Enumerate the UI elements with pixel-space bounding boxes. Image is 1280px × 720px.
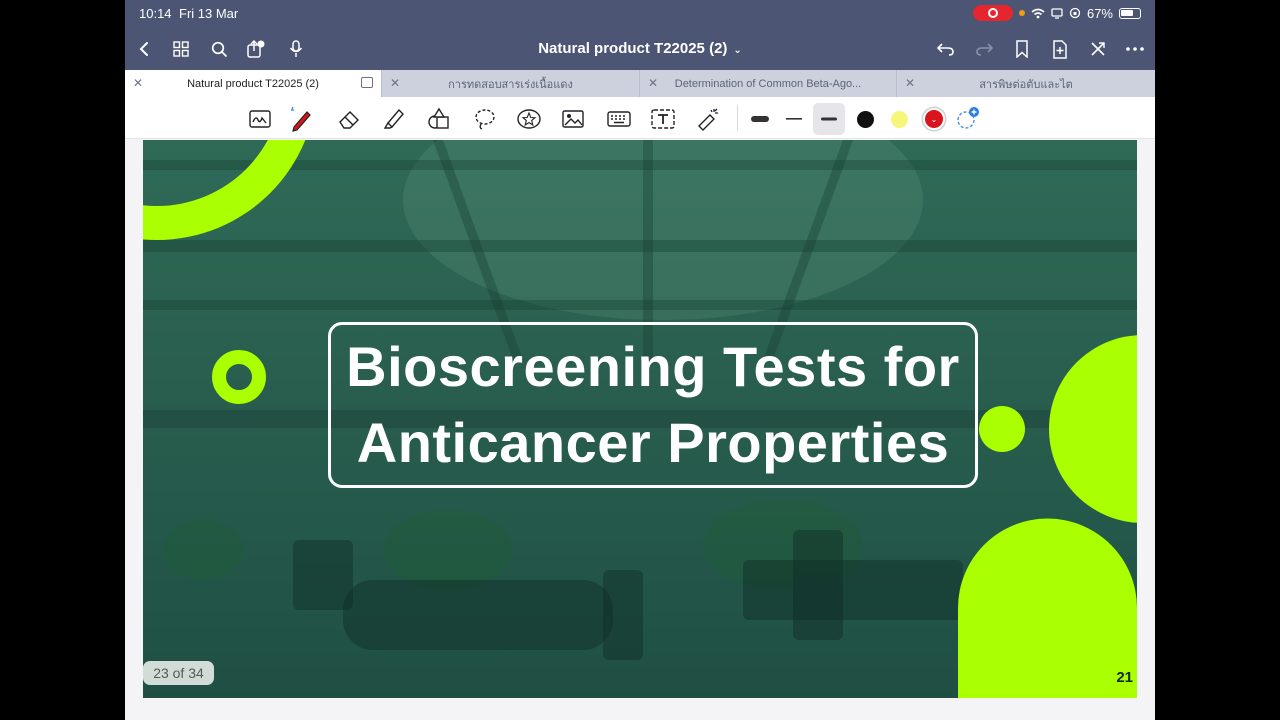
grid-icon[interactable] xyxy=(170,38,192,60)
add-color-icon[interactable] xyxy=(955,106,981,132)
close-tab-icon[interactable]: ✕ xyxy=(133,76,143,90)
back-icon[interactable] xyxy=(133,38,155,60)
text-icon[interactable] xyxy=(650,106,676,132)
annotation-toolbar: ⌄ xyxy=(125,97,1155,139)
search-icon[interactable] xyxy=(208,38,230,60)
image-icon[interactable] xyxy=(560,106,586,132)
laser-icon[interactable] xyxy=(695,106,721,132)
eraser-icon[interactable] xyxy=(336,106,362,132)
tab-beta-agonist[interactable]: ✕ Determination of Common Beta-Ago... xyxy=(640,70,897,97)
document-title[interactable]: Natural product T22025 (2) ⌄ xyxy=(125,40,1155,57)
slide-title-line-2: Anticancer Properties xyxy=(356,411,950,474)
slide-title-box: Bioscreening Tests for Anticancer Proper… xyxy=(328,322,978,488)
color-swatch-black[interactable] xyxy=(852,106,878,132)
slide-number: 21 xyxy=(1116,669,1133,686)
status-right: 67% xyxy=(972,5,1141,21)
color-swatch-red[interactable]: ⌄ xyxy=(921,106,947,132)
share-icon[interactable] xyxy=(245,38,267,60)
wifi-icon xyxy=(1031,8,1045,18)
redo-icon[interactable] xyxy=(973,38,995,60)
privacy-dot-icon xyxy=(1018,10,1025,16)
slide: Bioscreening Tests for Anticancer Proper… xyxy=(143,140,1137,698)
undo-icon[interactable] xyxy=(935,38,957,60)
small-dot xyxy=(979,406,1025,452)
shapes-icon[interactable] xyxy=(426,106,452,132)
battery-percentage: 67% xyxy=(1086,5,1113,21)
toolbar-separator xyxy=(737,105,738,131)
close-tab-icon[interactable]: ✕ xyxy=(390,76,400,90)
battery-icon xyxy=(1119,7,1141,19)
corner-ring xyxy=(143,140,306,240)
tab-natural-product[interactable]: ✕ Natural product T22025 (2) xyxy=(125,70,382,97)
add-page-icon[interactable] xyxy=(1049,38,1071,60)
status-date: Fri 13 Mar xyxy=(179,6,239,21)
stroke-thick-icon[interactable] xyxy=(747,106,773,132)
pen-icon[interactable] xyxy=(289,106,315,132)
close-editor-icon[interactable] xyxy=(1087,38,1109,60)
screen-record-icon[interactable] xyxy=(972,5,1013,21)
tab-thai-toxins[interactable]: ✕ สารพิษต่อตับและไต xyxy=(897,70,1155,97)
document-canvas[interactable]: Bioscreening Tests for Anticancer Proper… xyxy=(125,140,1155,720)
stroke-medium-icon[interactable] xyxy=(813,103,845,135)
page-indicator[interactable]: 23 of 34 xyxy=(143,661,214,685)
app-screen: 10:14 Fri 13 Mar 67% Natural product T22… xyxy=(125,0,1155,720)
sticker-icon[interactable] xyxy=(516,106,542,132)
color-swatch-yellow[interactable] xyxy=(886,106,912,132)
split-view-icon[interactable] xyxy=(361,77,373,88)
more-icon[interactable] xyxy=(1124,38,1146,60)
small-ring xyxy=(212,350,266,404)
screen-mirror-icon xyxy=(1051,7,1063,19)
top-bar: 10:14 Fri 13 Mar 67% Natural product T22… xyxy=(125,0,1155,70)
microphone-icon[interactable] xyxy=(285,38,307,60)
handwriting-icon[interactable] xyxy=(247,106,273,132)
slide-title-line-1: Bioscreening Tests for xyxy=(346,335,960,398)
stroke-thin-icon[interactable] xyxy=(781,106,807,132)
arch-shape xyxy=(958,518,1137,698)
close-tab-icon[interactable]: ✕ xyxy=(648,76,658,90)
half-circle xyxy=(1049,335,1137,523)
tab-bar: ✕ Natural product T22025 (2) ✕ การทดสอบส… xyxy=(125,70,1155,97)
close-tab-icon[interactable]: ✕ xyxy=(905,76,915,90)
status-time: 10:14 xyxy=(139,6,172,21)
highlighter-icon[interactable] xyxy=(381,106,407,132)
bookmark-icon[interactable] xyxy=(1011,38,1033,60)
orientation-lock-icon xyxy=(1069,7,1081,19)
tab-thai-test[interactable]: ✕ การทดสอบสารเร่งเนื้อแดง xyxy=(382,70,640,97)
keyboard-icon[interactable] xyxy=(606,106,632,132)
lasso-icon[interactable] xyxy=(472,106,498,132)
